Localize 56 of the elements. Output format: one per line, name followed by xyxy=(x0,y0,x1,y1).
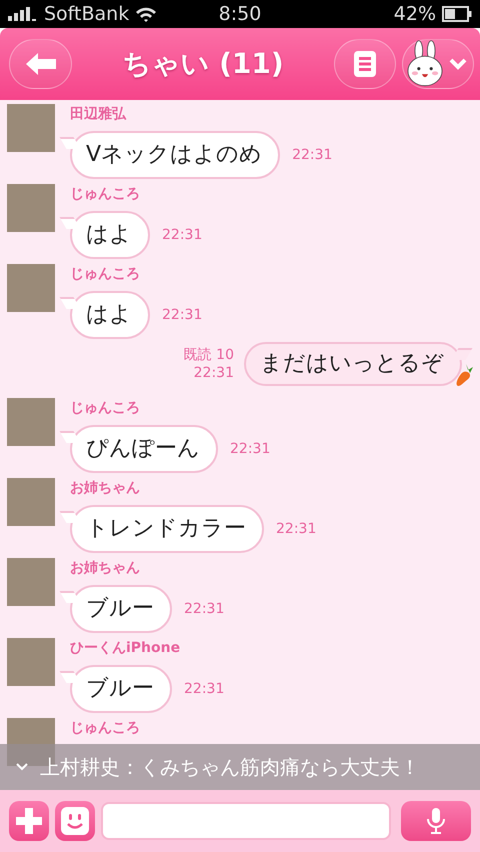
sender-name: お姉ちゃん xyxy=(70,559,141,578)
message-bubble[interactable]: ブルー xyxy=(60,664,172,712)
message-bubble[interactable]: Vネックはよのめ xyxy=(60,130,280,178)
avatar-photo[interactable] xyxy=(7,104,55,152)
message-time: 22:31 xyxy=(162,306,202,322)
back-button[interactable] xyxy=(9,39,72,89)
message-bubble[interactable]: ぴんぽーん xyxy=(60,424,218,472)
message-input[interactable] xyxy=(101,802,391,840)
smiley-icon xyxy=(61,807,89,835)
sender-name: じゅんころ xyxy=(70,265,141,284)
carrier-name: SoftBank xyxy=(44,3,130,25)
signal-icon xyxy=(8,7,38,21)
message-bubble[interactable]: はよ xyxy=(60,290,150,338)
message-bubble[interactable]: トレンドカラー xyxy=(60,504,264,552)
sender-name: 田辺雅弘 xyxy=(70,105,128,124)
message-time: 22:31 xyxy=(230,440,270,456)
message-bubble[interactable]: ブルー xyxy=(60,584,172,632)
message-time: 22:31 xyxy=(194,364,234,382)
microphone-icon xyxy=(427,808,445,834)
battery-percent: 42% xyxy=(394,3,436,25)
add-button[interactable] xyxy=(9,801,49,841)
menu-button[interactable] xyxy=(334,39,396,89)
battery-icon xyxy=(442,6,472,22)
back-arrow-icon xyxy=(26,53,56,75)
sender-name: じゅんころ xyxy=(70,185,141,204)
avatar-photo[interactable] xyxy=(7,558,55,606)
message-bubble[interactable]: まだはいっとるぞ xyxy=(244,342,472,386)
chevron-down-icon xyxy=(449,58,467,70)
voice-button[interactable] xyxy=(401,801,471,841)
sender-name: じゅんころ xyxy=(70,399,141,418)
avatar-photo[interactable] xyxy=(7,398,55,446)
message-time: 22:31 xyxy=(162,226,202,242)
chevron-down-icon xyxy=(16,763,28,771)
carrot-icon xyxy=(454,362,476,388)
message-time: 22:31 xyxy=(184,600,224,616)
read-receipt: 既読 10 xyxy=(184,346,234,364)
message-time: 22:31 xyxy=(292,146,332,162)
list-icon xyxy=(354,51,376,77)
sender-name: じゅんころ xyxy=(70,719,141,738)
sender-name: ひーくんiPhone xyxy=(70,639,182,658)
dropdown-button[interactable] xyxy=(402,39,474,89)
sender-name: お姉ちゃん xyxy=(70,479,141,498)
wifi-icon xyxy=(135,6,158,22)
avatar-photo[interactable] xyxy=(7,264,55,312)
avatar-photo[interactable] xyxy=(7,478,55,526)
clock-time: 8:50 xyxy=(218,3,262,25)
message-bubble[interactable]: はよ xyxy=(60,210,150,258)
plus-icon xyxy=(16,808,42,834)
chat-title: ちゃい (11) xyxy=(121,46,285,82)
avatar-photo[interactable] xyxy=(7,638,55,686)
avatar-photo[interactable] xyxy=(7,184,55,232)
message-time: 22:31 xyxy=(276,520,316,536)
sticker-button[interactable] xyxy=(55,801,95,841)
bunny-icon xyxy=(405,40,445,88)
message-time: 22:31 xyxy=(184,680,224,696)
notification-text: 上村耕史：くみちゃん筋肉痛なら大丈夫！ xyxy=(40,754,420,780)
